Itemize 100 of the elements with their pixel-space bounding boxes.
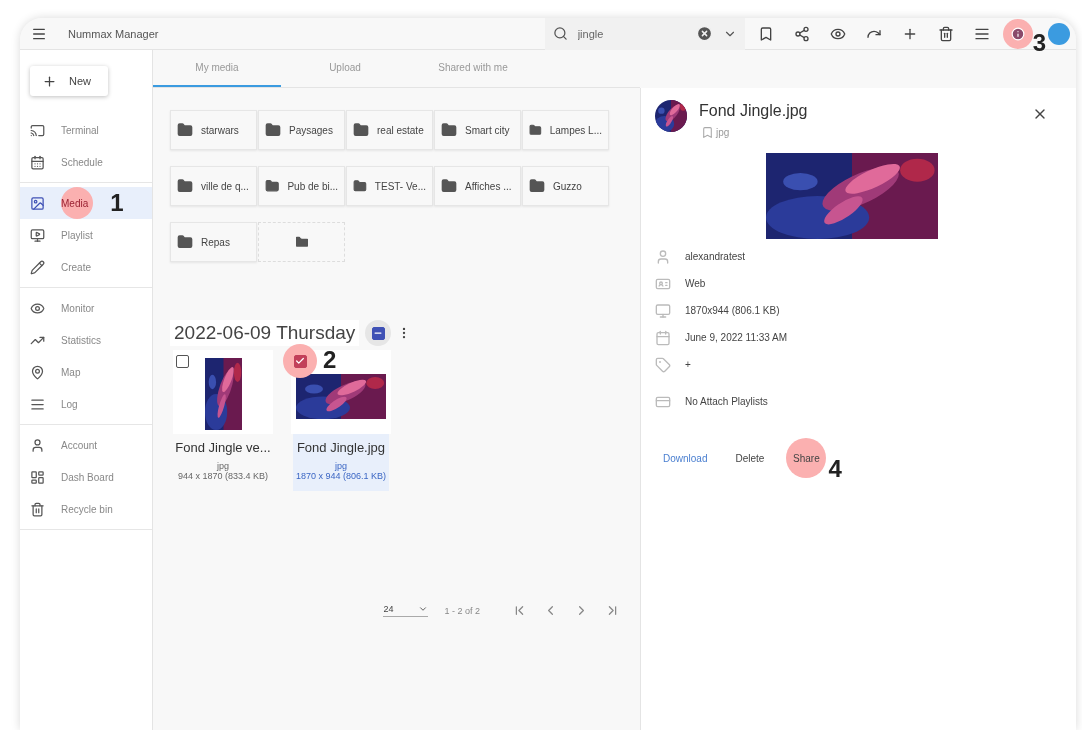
nav-item[interactable]: Map xyxy=(20,356,152,388)
check-icon xyxy=(295,356,305,366)
folder-icon xyxy=(441,122,457,138)
folder-tile[interactable]: Pub de bi... xyxy=(258,166,345,206)
dashboard-icon xyxy=(30,469,45,485)
detail-value: June 9, 2022 11:33 AM xyxy=(685,332,788,343)
folder-icon xyxy=(353,178,367,194)
media-card[interactable]: Fond Jingle ve... jpg 944 x 1870 (833.4 KB) xyxy=(175,434,271,491)
nav-item[interactable]: Dash Board xyxy=(20,461,152,493)
info-button[interactable] xyxy=(1002,18,1033,49)
folder-name: TEST- Ve... xyxy=(374,180,426,192)
pencil-icon xyxy=(30,259,45,275)
folder-name: Pub de bi... xyxy=(287,180,338,192)
monitor-icon xyxy=(655,302,671,319)
detail-title: Fond Jingle.jpg xyxy=(699,102,808,120)
folder-icon xyxy=(529,178,545,194)
trash-icon xyxy=(30,501,45,517)
folder-name: starwars xyxy=(201,124,239,136)
clear-icon[interactable] xyxy=(695,25,713,42)
folder-tile[interactable]: real estate xyxy=(346,110,433,150)
file-type: jpg xyxy=(217,461,229,471)
detail-value: No Attach Playlists xyxy=(685,396,768,407)
app-title: Nummax Manager xyxy=(68,27,159,40)
folder-name: real estate xyxy=(377,124,424,136)
search-field[interactable]: jingle xyxy=(544,18,745,50)
calendar-icon xyxy=(30,154,45,170)
detail-value: Web xyxy=(685,278,706,289)
detail-value: 1870x944 (806.1 KB) xyxy=(685,305,780,316)
action-button[interactable]: Share xyxy=(784,438,829,478)
folder-name: Guzzo xyxy=(553,180,582,192)
action-button[interactable]: Delete xyxy=(727,438,773,478)
step-number: 3 xyxy=(1032,30,1046,55)
action-button[interactable]: Download xyxy=(655,438,716,478)
info-icon xyxy=(1010,26,1025,41)
nav-item[interactable]: Create xyxy=(20,251,152,283)
tv-play-icon xyxy=(30,227,45,243)
nav-item[interactable]: Playlist xyxy=(20,219,152,251)
folder-name: ville de q... xyxy=(201,180,249,192)
select-all-checkbox[interactable] xyxy=(365,320,392,346)
folder-tile[interactable]: Lampes L... xyxy=(522,110,609,150)
step-number: 1 xyxy=(110,191,124,215)
folder-icon xyxy=(353,122,369,138)
folder-tile[interactable]: Repas xyxy=(170,222,257,262)
step-number: 2 xyxy=(323,346,337,373)
nav-item[interactable]: Recycle bin xyxy=(20,493,152,525)
caret-icon xyxy=(418,604,429,614)
folder-icon xyxy=(177,178,193,194)
folder-name: Repas xyxy=(201,236,230,248)
checkbox[interactable] xyxy=(283,344,317,378)
add-folder-tile[interactable] xyxy=(258,222,345,262)
bookmark-icon xyxy=(701,126,714,139)
folder-tile[interactable]: Paysages xyxy=(258,110,345,150)
person-icon xyxy=(30,437,45,453)
file-name: Fond Jingle ve... xyxy=(175,440,271,455)
folder-icon xyxy=(441,178,457,194)
calendar-icon xyxy=(655,329,671,346)
folder-name: Affiches ... xyxy=(465,180,512,192)
nav-item[interactable]: Schedule xyxy=(20,146,152,178)
highlight-circle xyxy=(786,438,827,478)
detail-value: alexandratest xyxy=(685,251,746,262)
folder-icon xyxy=(177,122,193,138)
folder-icon xyxy=(529,122,542,138)
nav-item[interactable]: Media 1 xyxy=(20,187,152,219)
nav-item[interactable]: Account xyxy=(20,429,152,461)
new-button[interactable]: New xyxy=(30,66,108,96)
nav-item[interactable]: Monitor xyxy=(20,292,152,324)
folder-tile[interactable]: TEST- Ve... xyxy=(346,166,433,206)
media-card[interactable]: Fond Jingle.jpg jpg 1870 x 944 (806.1 KB) xyxy=(293,434,389,491)
lines-icon xyxy=(30,396,45,412)
search-input[interactable]: jingle xyxy=(577,27,658,40)
folder-tile[interactable]: Guzzo xyxy=(522,166,609,206)
highlight-circle xyxy=(61,187,93,219)
image-icon xyxy=(30,195,45,211)
page-range: 1 - 2 of 2 xyxy=(444,605,480,616)
search-icon xyxy=(552,26,568,41)
folder-name: Smart city xyxy=(465,124,510,136)
folder-tile[interactable]: Smart city xyxy=(434,110,521,150)
file-size: 1870 x 944 (806.1 KB) xyxy=(295,471,387,481)
plus-icon xyxy=(42,73,57,89)
eye-icon xyxy=(30,300,45,316)
detail-value: + xyxy=(685,359,691,370)
tag-icon xyxy=(655,356,671,373)
nav-item[interactable]: Terminal xyxy=(20,114,152,146)
pin-icon xyxy=(30,364,45,380)
folder-name: Paysages xyxy=(289,124,333,136)
folder-icon xyxy=(177,234,193,250)
folder-icon xyxy=(265,178,280,194)
file-size: 944 x 1870 (833.4 KB) xyxy=(177,471,269,481)
page-size-select[interactable]: 24 xyxy=(383,604,429,617)
folder-name: Lampes L... xyxy=(549,124,602,136)
folder-tile[interactable]: ville de q... xyxy=(170,166,257,206)
nav-item[interactable]: Statistics xyxy=(20,324,152,356)
avatar[interactable] xyxy=(1048,22,1070,45)
file-name: Fond Jingle.jpg xyxy=(296,440,386,455)
folder-tile[interactable]: Affiches ... xyxy=(434,166,521,206)
date-heading: 2022-06-09 Thursday xyxy=(170,320,360,346)
nav-item[interactable]: Log xyxy=(20,388,152,420)
cast-icon xyxy=(30,122,45,138)
folder-tile[interactable]: starwars xyxy=(170,110,257,150)
file-type: jpg xyxy=(716,127,730,138)
